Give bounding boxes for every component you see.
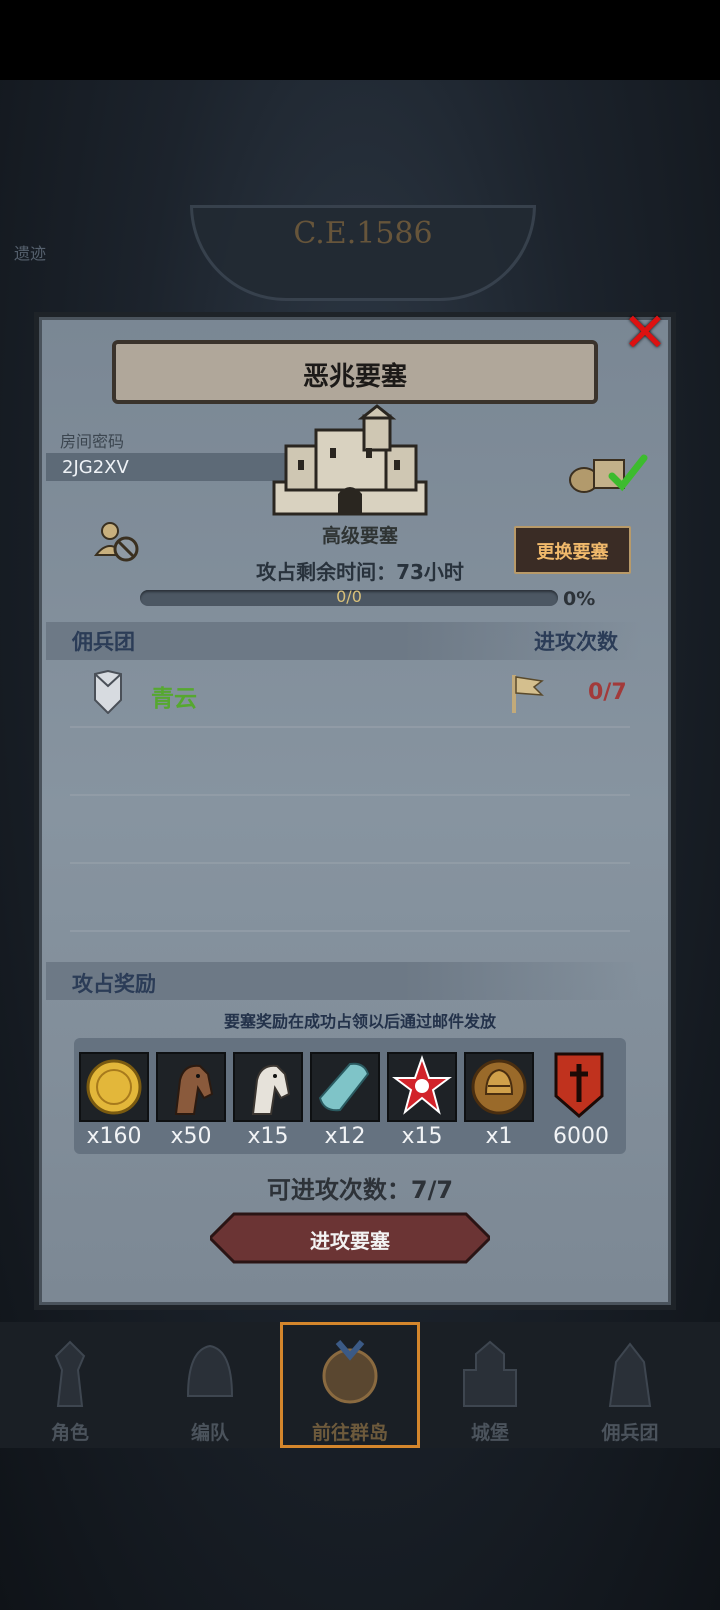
side-tag: 遗迹: [14, 244, 47, 263]
knight-icon: [54, 1340, 86, 1407]
red-banner-icon: [554, 1052, 604, 1118]
attacks-remaining: 可进攻次数：7/7: [266, 1176, 454, 1204]
supply-check-icon: [569, 454, 648, 493]
mercenary-icon: [608, 1342, 652, 1407]
status-bar: [0, 0, 720, 80]
era-text: C.E.1586: [293, 216, 433, 251]
nav-label: 角色: [50, 1422, 89, 1444]
reward-qty: x15: [401, 1124, 443, 1149]
helmet-medal-icon: [471, 1059, 527, 1115]
nav-castle[interactable]: 城堡: [420, 1322, 560, 1448]
rewards-note: 要塞奖励在成功占领以后通过邮件发放: [223, 1012, 496, 1031]
row-divider: [70, 930, 630, 932]
time-left-text: 攻占剩余时间：73小时: [256, 560, 464, 584]
white-horse-icon: [251, 1064, 291, 1115]
mercenary-header: 佣兵团: [72, 630, 135, 654]
era-dial: C.E.1586: [190, 205, 536, 301]
reward-brown-horse[interactable]: x50: [156, 1052, 226, 1149]
reward-helmet-medal[interactable]: x1: [464, 1052, 534, 1149]
castle-icon: [272, 404, 428, 516]
reward-qty: x1: [485, 1124, 513, 1149]
progress-text: 0/0: [336, 587, 362, 606]
compass-icon: [322, 1340, 378, 1404]
modal-title: 恶兆要塞: [302, 362, 407, 392]
row-divider: [70, 862, 630, 864]
close-icon[interactable]: ✕: [620, 306, 670, 360]
nav-role[interactable]: 角色: [0, 1322, 140, 1448]
room-code-value: 2JG2XV: [62, 457, 129, 478]
reward-qty: x50: [170, 1124, 212, 1149]
occupation-progress-bar: 0/0: [140, 587, 558, 606]
nav-formation[interactable]: 编队: [140, 1322, 280, 1448]
nav-islands[interactable]: 前往群岛: [280, 1322, 420, 1448]
reward-qty: x160: [86, 1124, 142, 1149]
reward-white-horse[interactable]: x15: [233, 1052, 303, 1149]
attack-count-header: 进攻次数: [534, 630, 618, 654]
reward-qty: x12: [324, 1124, 366, 1149]
nav-mercenary[interactable]: 佣兵团: [560, 1322, 700, 1448]
attack-fortress-label: 进攻要塞: [310, 1229, 390, 1253]
room-code-label: 房间密码: [60, 432, 125, 451]
rewards-header: 攻占奖励: [72, 972, 156, 996]
mercenary-name[interactable]: 青云: [151, 679, 197, 713]
attack-count: 0/7: [588, 680, 627, 705]
reward-star[interactable]: x15: [387, 1052, 457, 1149]
nav-label: 佣兵团: [601, 1422, 659, 1444]
reward-qty: 6000: [553, 1124, 609, 1149]
reward-cloth[interactable]: x12: [310, 1052, 380, 1149]
blue-cloth-icon: [318, 1062, 370, 1112]
reward-banner[interactable]: 6000: [546, 1052, 616, 1149]
row-divider: [70, 794, 630, 796]
nav-label: 城堡: [470, 1422, 509, 1444]
attack-fortress-button[interactable]: 进攻要塞: [207, 1212, 493, 1264]
row-divider: [70, 726, 630, 728]
reward-qty: x15: [247, 1124, 289, 1149]
gold-coin-icon: [86, 1059, 142, 1115]
helmet-icon: [186, 1344, 234, 1397]
red-star-icon: [392, 1054, 452, 1115]
brown-horse-icon: [174, 1064, 214, 1115]
nav-label: 前往群岛: [311, 1422, 388, 1444]
flag-icon: [512, 675, 544, 713]
shield-icon: [94, 670, 122, 714]
title-banner: 恶兆要塞: [112, 340, 598, 404]
reward-gold[interactable]: x160: [79, 1052, 149, 1149]
castle-nav-icon: [463, 1340, 517, 1407]
progress-percent: 0%: [563, 588, 596, 610]
nav-label: 编队: [190, 1422, 229, 1444]
